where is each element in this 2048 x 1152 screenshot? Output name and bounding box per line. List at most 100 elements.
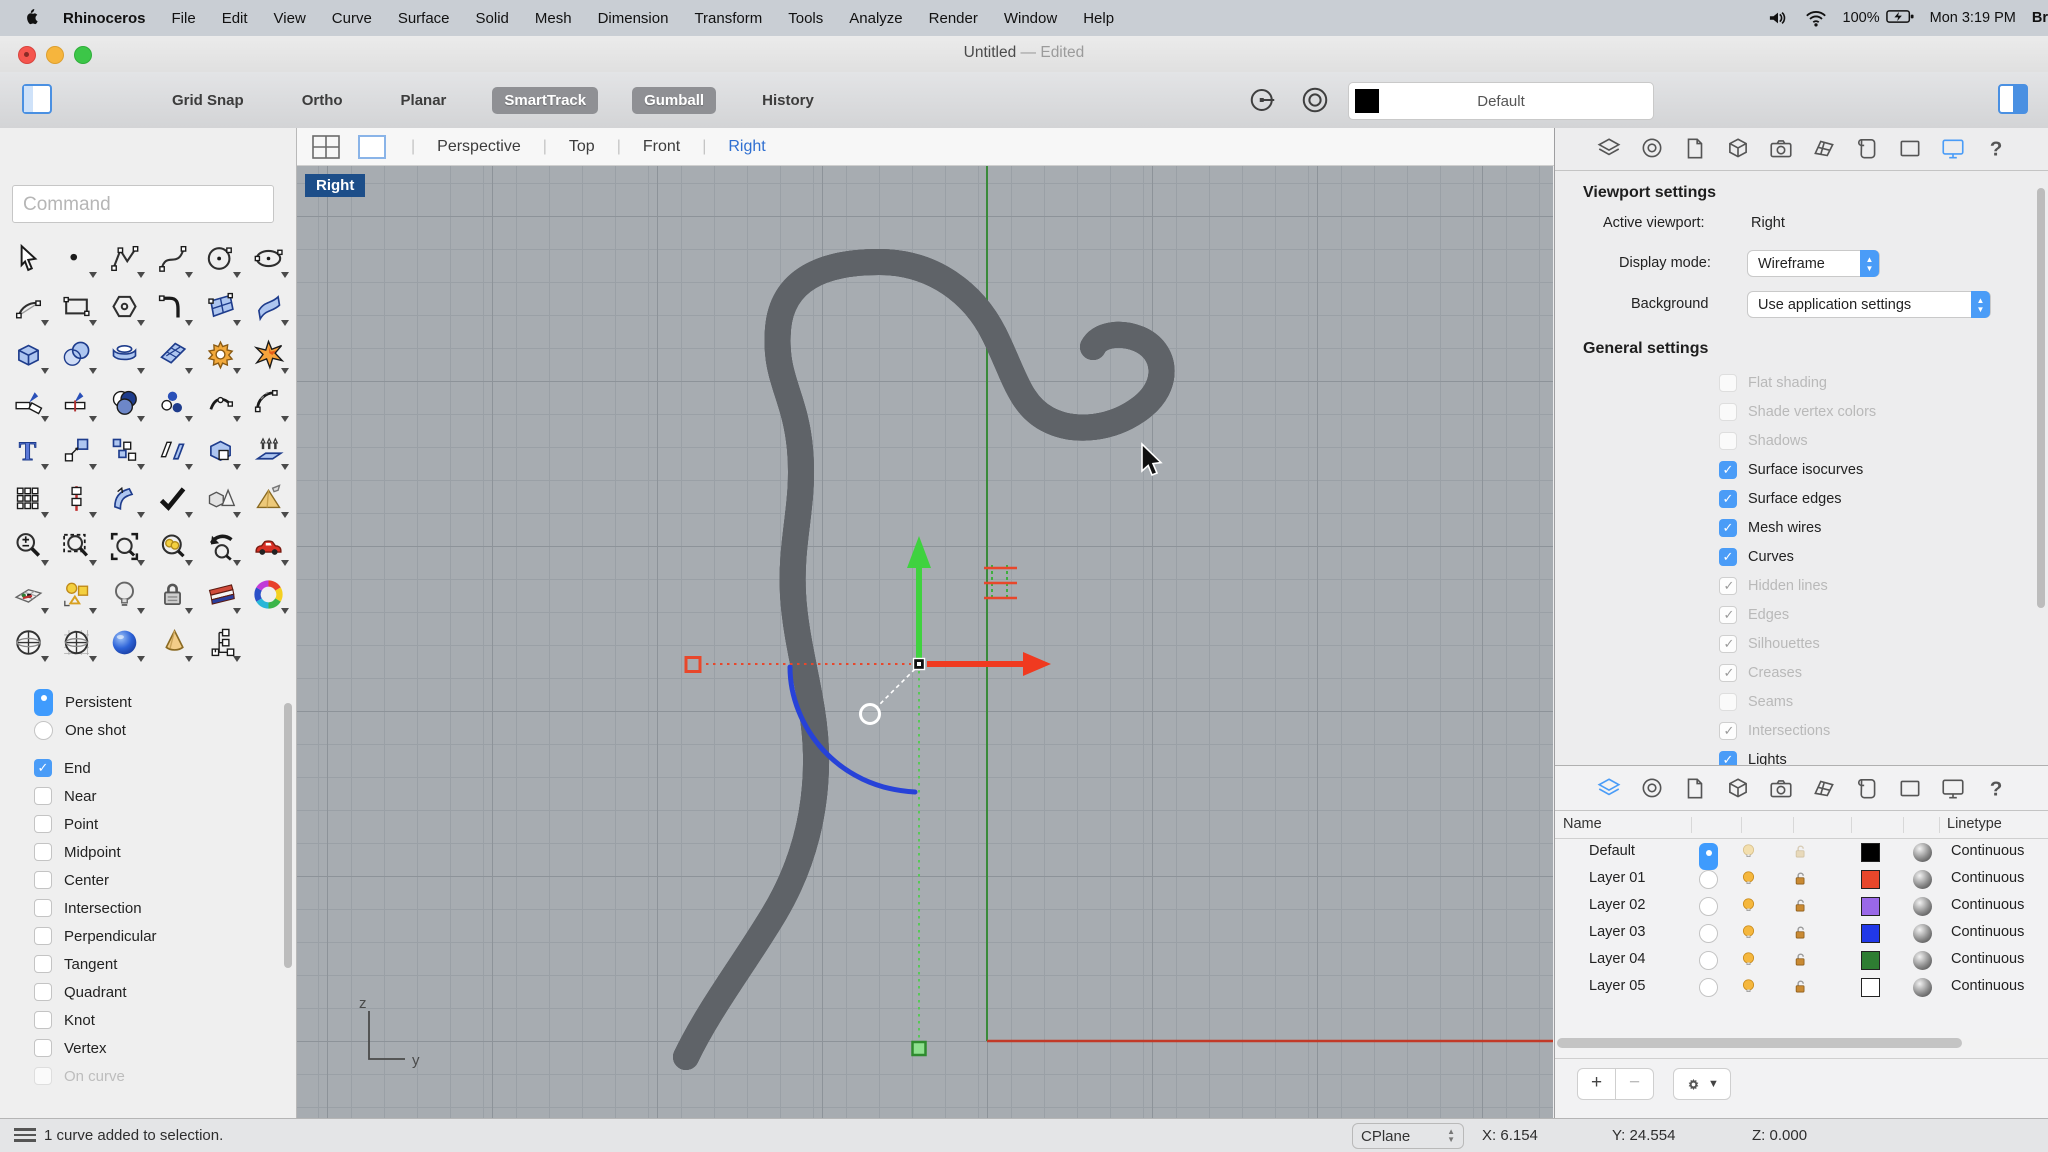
tool-flyout-caret[interactable] xyxy=(89,320,97,326)
help-panel-icon[interactable]: ? xyxy=(1983,776,2009,806)
tool-boolean-union[interactable] xyxy=(100,380,148,425)
tool-flyout-caret[interactable] xyxy=(137,416,145,422)
hatch-panel-icon[interactable] xyxy=(1811,776,1837,806)
osnap-near-checkbox[interactable] xyxy=(34,787,52,805)
tool-flyout-caret[interactable] xyxy=(185,560,193,566)
tool-flyout-caret[interactable] xyxy=(89,464,97,470)
tool-flyout-caret[interactable] xyxy=(137,464,145,470)
tool-undo-view[interactable] xyxy=(196,524,244,569)
target-icon[interactable] xyxy=(1300,85,1330,120)
tool-primitive-solids[interactable] xyxy=(196,476,244,521)
tool-flyout-caret[interactable] xyxy=(89,368,97,374)
osnap-tangent-checkbox[interactable] xyxy=(34,955,52,973)
menu-clock[interactable]: Mon 3:19 PM xyxy=(1930,10,2016,26)
tool-array-rectangular[interactable] xyxy=(4,476,52,521)
tool-flyout-caret[interactable] xyxy=(137,272,145,278)
osnap-center-checkbox[interactable] xyxy=(34,871,52,889)
menu-rhinoceros[interactable]: Rhinoceros xyxy=(50,10,159,27)
layer-linetype[interactable]: Continuous xyxy=(1951,978,2024,994)
tool-flyout-caret[interactable] xyxy=(89,656,97,662)
layers-panel-icon[interactable] xyxy=(1596,136,1622,166)
osnap-vertex-checkbox[interactable] xyxy=(34,1039,52,1057)
tool-orient[interactable] xyxy=(100,476,148,521)
tab-perspective[interactable]: Perspective xyxy=(437,138,521,156)
rectangle-panel-icon[interactable] xyxy=(1897,136,1923,166)
toggle-grid-snap[interactable]: Grid Snap xyxy=(160,87,256,114)
layer-color-swatch[interactable] xyxy=(1861,978,1880,997)
tool-ellipse[interactable] xyxy=(244,236,292,281)
history-menu-icon[interactable] xyxy=(14,1128,36,1144)
tool-flyout-caret[interactable] xyxy=(137,320,145,326)
osnap-point-checkbox[interactable] xyxy=(34,815,52,833)
tool-sphere-mesh[interactable] xyxy=(52,620,100,665)
tool-control-point-curve[interactable] xyxy=(100,236,148,281)
active-viewport-badge[interactable]: Right xyxy=(305,174,365,197)
tool-analyze-surface[interactable] xyxy=(196,572,244,617)
toggle-ortho[interactable]: Ortho xyxy=(290,87,355,114)
tool-flyout-caret[interactable] xyxy=(185,512,193,518)
tool-circle[interactable] xyxy=(196,236,244,281)
menu-transform[interactable]: Transform xyxy=(681,10,775,27)
tool-surface-loft[interactable] xyxy=(244,284,292,329)
menu-edit[interactable]: Edit xyxy=(209,10,261,27)
layer-color-swatch[interactable] xyxy=(1861,924,1880,943)
tool-flyout-caret[interactable] xyxy=(281,416,289,422)
osnap-end-checkbox[interactable] xyxy=(34,759,52,777)
display-mode-select[interactable]: Wireframe▲▼ xyxy=(1747,250,1880,277)
volume-icon[interactable] xyxy=(1767,9,1789,27)
tool-block-structure[interactable] xyxy=(196,620,244,665)
cplane-select[interactable]: CPlane▲▼ xyxy=(1352,1123,1464,1149)
tool-box[interactable] xyxy=(4,332,52,377)
menu-analyze[interactable]: Analyze xyxy=(836,10,915,27)
layer-color-swatch[interactable] xyxy=(1861,870,1880,889)
osnap-scrollbar[interactable] xyxy=(284,703,292,968)
tool-color-wheel[interactable] xyxy=(244,572,292,617)
osnap-cursor-icon[interactable] xyxy=(1248,85,1278,120)
tool-flyout-caret[interactable] xyxy=(233,272,241,278)
tab-top[interactable]: Top xyxy=(569,138,595,156)
tool-curve-interpolate[interactable] xyxy=(148,236,196,281)
apple-menu-icon[interactable] xyxy=(22,6,40,30)
layer-linetype[interactable]: Continuous xyxy=(1951,951,2024,967)
setting-hidden-lines-checkbox[interactable] xyxy=(1719,577,1737,595)
setting-silhouettes-checkbox[interactable] xyxy=(1719,635,1737,653)
tool-zoom-window[interactable] xyxy=(52,524,100,569)
layer-options-button[interactable]: ▼ xyxy=(1673,1068,1731,1100)
osnap-quadrant-checkbox[interactable] xyxy=(34,983,52,1001)
tool-select-pointer[interactable] xyxy=(4,236,52,281)
tool-zoom-extents[interactable] xyxy=(100,524,148,569)
layer-current-radio[interactable] xyxy=(1699,924,1718,943)
layer-row-layer-02[interactable]: Layer 02Continuous xyxy=(1555,893,2048,920)
layer-current-radio[interactable] xyxy=(1699,870,1718,889)
layer-material-icon[interactable] xyxy=(1913,978,1932,997)
display-panel-icon[interactable] xyxy=(1940,136,1966,166)
tool-surface-revolve[interactable] xyxy=(100,332,148,377)
page-panel-icon[interactable] xyxy=(1854,136,1880,166)
tool-point-cloud[interactable] xyxy=(148,380,196,425)
tool-flyout-caret[interactable] xyxy=(233,608,241,614)
menu-help[interactable]: Help xyxy=(1070,10,1127,27)
tool-copy-array[interactable] xyxy=(100,428,148,473)
tab-right[interactable]: Right xyxy=(728,138,765,156)
osnap-on-curve-checkbox[interactable] xyxy=(34,1067,52,1085)
tool-flyout-caret[interactable] xyxy=(233,512,241,518)
tool-flyout-caret[interactable] xyxy=(41,512,49,518)
tool-flyout-caret[interactable] xyxy=(137,512,145,518)
menu-mesh[interactable]: Mesh xyxy=(522,10,585,27)
tab-front[interactable]: Front xyxy=(643,138,680,156)
tool-flyout-caret[interactable] xyxy=(233,560,241,566)
osnap-perpendicular-checkbox[interactable] xyxy=(34,927,52,945)
tool-flyout-caret[interactable] xyxy=(89,608,97,614)
background-select[interactable]: Use application settings▲▼ xyxy=(1747,291,1991,318)
command-input[interactable]: Command xyxy=(12,185,274,223)
tool-flyout-caret[interactable] xyxy=(137,368,145,374)
menu-user[interactable]: Br xyxy=(2032,10,2048,26)
settings-scrollbar[interactable] xyxy=(2037,188,2045,608)
tool-flyout-caret[interactable] xyxy=(41,320,49,326)
tool-flyout-caret[interactable] xyxy=(233,464,241,470)
layer-row-layer-03[interactable]: Layer 03Continuous xyxy=(1555,920,2048,947)
tool-flyout-caret[interactable] xyxy=(185,416,193,422)
tool-flyout-caret[interactable] xyxy=(233,320,241,326)
toggle-smarttrack[interactable]: SmartTrack xyxy=(492,87,598,114)
tool-flyout-caret[interactable] xyxy=(233,416,241,422)
